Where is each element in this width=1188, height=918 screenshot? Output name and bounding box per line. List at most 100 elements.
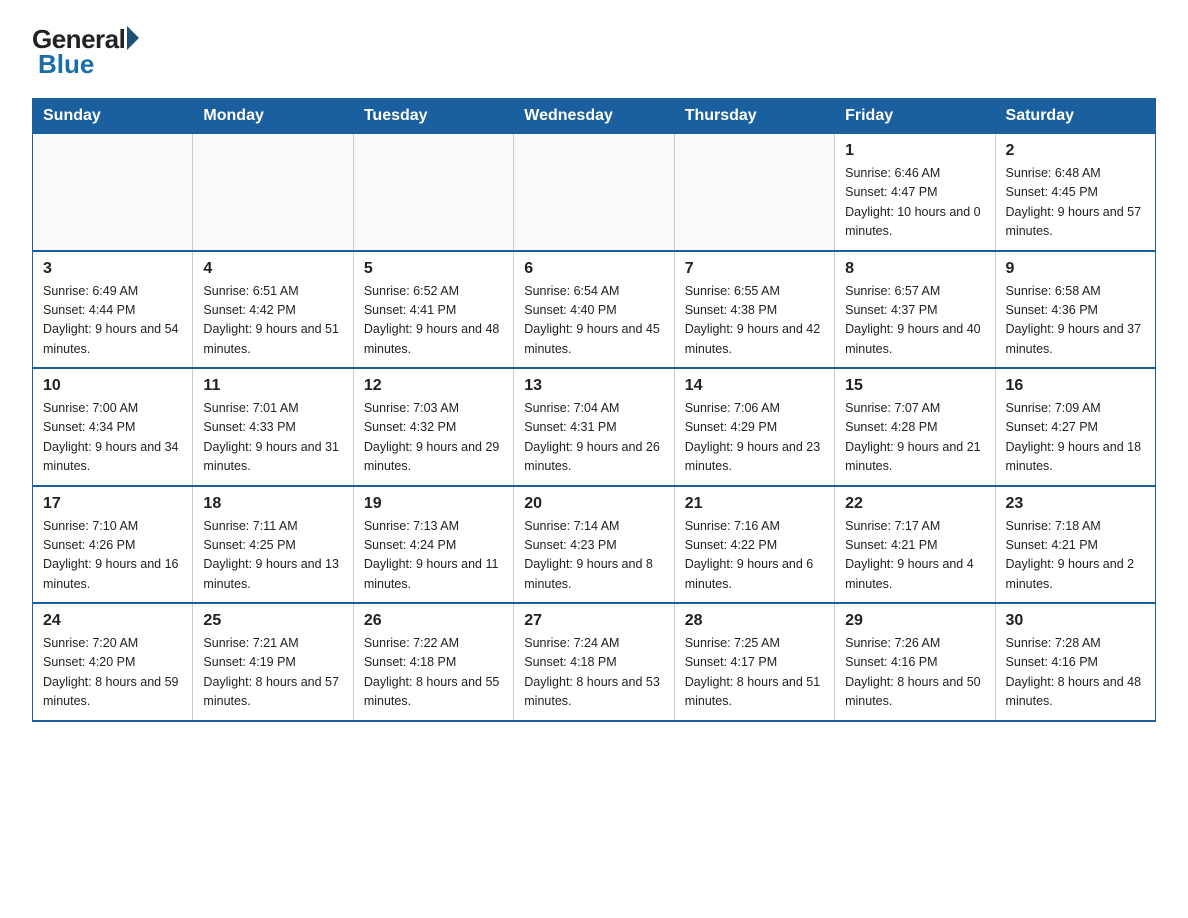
calendar-week-row: 17Sunrise: 7:10 AM Sunset: 4:26 PM Dayli… — [33, 486, 1156, 604]
calendar-cell: 9 Sunrise: 6:58 AM Sunset: 4:36 PM Daylig… — [995, 251, 1155, 369]
day-info: Sunrise: 7:21 AM Sunset: 4:19 PM Dayligh… — [203, 634, 342, 712]
calendar-cell: 27 Sunrise: 7:24 AM Sunset: 4:18 PM Dayli… — [514, 603, 674, 721]
calendar-table: SundayMondayTuesdayWednesdayThursdayFrid… — [32, 98, 1156, 722]
calendar-cell: 4 Sunrise: 6:51 AM Sunset: 4:42 PM Daylig… — [193, 251, 353, 369]
day-number: 21 — [685, 495, 824, 513]
day-number: 16 — [1006, 377, 1145, 395]
day-number: 8 — [845, 260, 984, 278]
day-info: Sunrise: 6:54 AM Sunset: 4:40 PM Dayligh… — [524, 282, 663, 360]
day-info: Sunrise: 7:25 AM Sunset: 4:17 PM Dayligh… — [685, 634, 824, 712]
day-number: 19 — [364, 495, 503, 513]
calendar-cell — [33, 134, 193, 251]
calendar-cell: 1 Sunrise: 6:46 AM Sunset: 4:47 PM Daylig… — [835, 134, 995, 251]
calendar-cell: 14Sunrise: 7:06 AM Sunset: 4:29 PM Dayli… — [674, 368, 834, 486]
day-info: Sunrise: 7:14 AM Sunset: 4:23 PM Dayligh… — [524, 517, 663, 595]
day-number: 5 — [364, 260, 503, 278]
day-number: 15 — [845, 377, 984, 395]
day-info: Sunrise: 6:55 AM Sunset: 4:38 PM Dayligh… — [685, 282, 824, 360]
calendar-week-row: 10 Sunrise: 7:00 AM Sunset: 4:34 PM Dayli… — [33, 368, 1156, 486]
calendar-cell: 29 Sunrise: 7:26 AM Sunset: 4:16 PM Dayli… — [835, 603, 995, 721]
calendar-cell: 26Sunrise: 7:22 AM Sunset: 4:18 PM Dayli… — [353, 603, 513, 721]
day-number: 24 — [43, 612, 182, 630]
day-number: 18 — [203, 495, 342, 513]
day-number: 4 — [203, 260, 342, 278]
calendar-cell: 10 Sunrise: 7:00 AM Sunset: 4:34 PM Dayli… — [33, 368, 193, 486]
calendar-cell — [514, 134, 674, 251]
day-number: 30 — [1006, 612, 1145, 630]
day-number: 1 — [845, 142, 984, 160]
calendar-cell: 5 Sunrise: 6:52 AM Sunset: 4:41 PM Daylig… — [353, 251, 513, 369]
day-number: 26 — [364, 612, 503, 630]
calendar-cell: 15 Sunrise: 7:07 AM Sunset: 4:28 PM Dayli… — [835, 368, 995, 486]
day-number: 28 — [685, 612, 824, 630]
day-number: 2 — [1006, 142, 1145, 160]
day-number: 27 — [524, 612, 663, 630]
calendar-header-row: SundayMondayTuesdayWednesdayThursdayFrid… — [33, 99, 1156, 134]
calendar-cell — [193, 134, 353, 251]
calendar-cell — [674, 134, 834, 251]
day-info: Sunrise: 7:17 AM Sunset: 4:21 PM Dayligh… — [845, 517, 984, 595]
logo: General Blue — [32, 24, 139, 80]
day-info: Sunrise: 7:26 AM Sunset: 4:16 PM Dayligh… — [845, 634, 984, 712]
header-wednesday: Wednesday — [514, 99, 674, 134]
day-number: 3 — [43, 260, 182, 278]
calendar-cell: 20Sunrise: 7:14 AM Sunset: 4:23 PM Dayli… — [514, 486, 674, 604]
calendar-cell: 28 Sunrise: 7:25 AM Sunset: 4:17 PM Dayli… — [674, 603, 834, 721]
day-info: Sunrise: 6:48 AM Sunset: 4:45 PM Dayligh… — [1006, 164, 1145, 242]
calendar-cell — [353, 134, 513, 251]
day-number: 9 — [1006, 260, 1145, 278]
calendar-cell: 23 Sunrise: 7:18 AM Sunset: 4:21 PM Dayli… — [995, 486, 1155, 604]
day-info: Sunrise: 7:16 AM Sunset: 4:22 PM Dayligh… — [685, 517, 824, 595]
calendar-cell: 6 Sunrise: 6:54 AM Sunset: 4:40 PM Daylig… — [514, 251, 674, 369]
day-number: 10 — [43, 377, 182, 395]
day-info: Sunrise: 6:51 AM Sunset: 4:42 PM Dayligh… — [203, 282, 342, 360]
header-monday: Monday — [193, 99, 353, 134]
day-number: 12 — [364, 377, 503, 395]
calendar-cell: 12 Sunrise: 7:03 AM Sunset: 4:32 PM Dayli… — [353, 368, 513, 486]
calendar-cell: 17Sunrise: 7:10 AM Sunset: 4:26 PM Dayli… — [33, 486, 193, 604]
day-number: 23 — [1006, 495, 1145, 513]
page-header: General Blue — [32, 24, 1156, 80]
header-sunday: Sunday — [33, 99, 193, 134]
calendar-week-row: 3Sunrise: 6:49 AM Sunset: 4:44 PM Daylig… — [33, 251, 1156, 369]
day-info: Sunrise: 6:57 AM Sunset: 4:37 PM Dayligh… — [845, 282, 984, 360]
calendar-cell: 22 Sunrise: 7:17 AM Sunset: 4:21 PM Dayli… — [835, 486, 995, 604]
day-info: Sunrise: 7:11 AM Sunset: 4:25 PM Dayligh… — [203, 517, 342, 595]
day-info: Sunrise: 7:24 AM Sunset: 4:18 PM Dayligh… — [524, 634, 663, 712]
header-thursday: Thursday — [674, 99, 834, 134]
calendar-cell: 11 Sunrise: 7:01 AM Sunset: 4:33 PM Dayli… — [193, 368, 353, 486]
calendar-cell: 13 Sunrise: 7:04 AM Sunset: 4:31 PM Dayli… — [514, 368, 674, 486]
day-info: Sunrise: 7:00 AM Sunset: 4:34 PM Dayligh… — [43, 399, 182, 477]
calendar-cell: 24Sunrise: 7:20 AM Sunset: 4:20 PM Dayli… — [33, 603, 193, 721]
header-friday: Friday — [835, 99, 995, 134]
day-number: 7 — [685, 260, 824, 278]
logo-blue-text: Blue — [38, 49, 94, 80]
calendar-cell: 19Sunrise: 7:13 AM Sunset: 4:24 PM Dayli… — [353, 486, 513, 604]
day-info: Sunrise: 6:58 AM Sunset: 4:36 PM Dayligh… — [1006, 282, 1145, 360]
day-number: 6 — [524, 260, 663, 278]
logo-arrow-icon — [127, 26, 139, 50]
day-number: 13 — [524, 377, 663, 395]
day-info: Sunrise: 6:46 AM Sunset: 4:47 PM Dayligh… — [845, 164, 984, 242]
calendar-cell: 3Sunrise: 6:49 AM Sunset: 4:44 PM Daylig… — [33, 251, 193, 369]
day-number: 11 — [203, 377, 342, 395]
header-tuesday: Tuesday — [353, 99, 513, 134]
day-info: Sunrise: 7:18 AM Sunset: 4:21 PM Dayligh… — [1006, 517, 1145, 595]
day-info: Sunrise: 7:03 AM Sunset: 4:32 PM Dayligh… — [364, 399, 503, 477]
day-number: 29 — [845, 612, 984, 630]
day-info: Sunrise: 7:06 AM Sunset: 4:29 PM Dayligh… — [685, 399, 824, 477]
calendar-week-row: 24Sunrise: 7:20 AM Sunset: 4:20 PM Dayli… — [33, 603, 1156, 721]
day-info: Sunrise: 7:09 AM Sunset: 4:27 PM Dayligh… — [1006, 399, 1145, 477]
calendar-week-row: 1 Sunrise: 6:46 AM Sunset: 4:47 PM Daylig… — [33, 134, 1156, 251]
calendar-cell: 21 Sunrise: 7:16 AM Sunset: 4:22 PM Dayli… — [674, 486, 834, 604]
day-number: 25 — [203, 612, 342, 630]
day-info: Sunrise: 7:04 AM Sunset: 4:31 PM Dayligh… — [524, 399, 663, 477]
calendar-cell: 8 Sunrise: 6:57 AM Sunset: 4:37 PM Daylig… — [835, 251, 995, 369]
day-info: Sunrise: 7:07 AM Sunset: 4:28 PM Dayligh… — [845, 399, 984, 477]
header-saturday: Saturday — [995, 99, 1155, 134]
calendar-cell: 25 Sunrise: 7:21 AM Sunset: 4:19 PM Dayli… — [193, 603, 353, 721]
day-number: 22 — [845, 495, 984, 513]
day-info: Sunrise: 7:01 AM Sunset: 4:33 PM Dayligh… — [203, 399, 342, 477]
day-info: Sunrise: 6:52 AM Sunset: 4:41 PM Dayligh… — [364, 282, 503, 360]
calendar-cell: 16 Sunrise: 7:09 AM Sunset: 4:27 PM Dayli… — [995, 368, 1155, 486]
